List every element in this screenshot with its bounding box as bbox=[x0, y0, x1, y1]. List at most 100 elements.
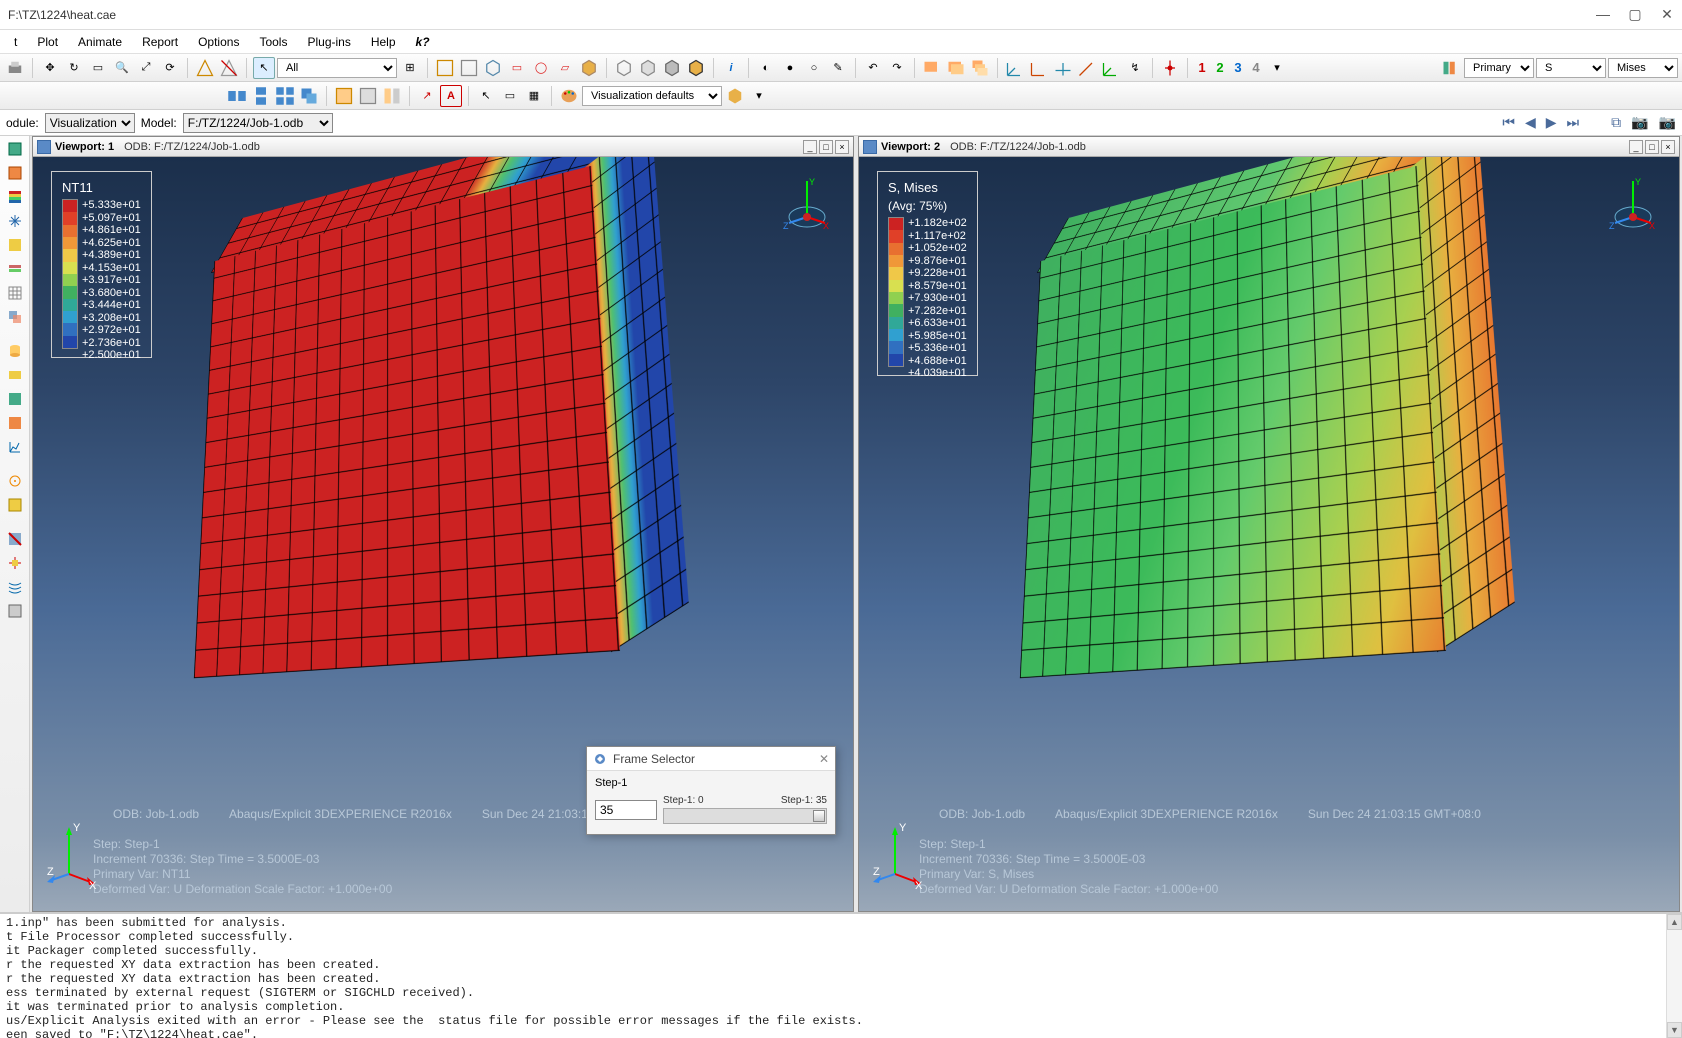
datum-icon[interactable] bbox=[1159, 57, 1181, 79]
csys-6-icon[interactable]: ↯ bbox=[1124, 57, 1146, 79]
layer-2-icon[interactable] bbox=[945, 57, 967, 79]
palette-icon[interactable] bbox=[558, 85, 580, 107]
view-1-button[interactable]: 1 bbox=[1194, 60, 1210, 75]
view-more-icon[interactable]: ▾ bbox=[1266, 57, 1288, 79]
apply-color-icon[interactable] bbox=[724, 85, 746, 107]
vp1-max-icon[interactable]: □ bbox=[819, 140, 833, 154]
viewport-2-titlebar[interactable]: Viewport: 2 ODB: F:/TZ/1224/Job-1.odb _ … bbox=[859, 137, 1679, 157]
view-back-icon[interactable] bbox=[458, 57, 480, 79]
csys-2-icon[interactable] bbox=[1028, 57, 1050, 79]
rect-tool-icon[interactable]: ▭ bbox=[499, 85, 521, 107]
module-select[interactable]: Visualization bbox=[45, 113, 135, 133]
redo-icon[interactable]: ↷ bbox=[886, 57, 908, 79]
render-hidden-icon[interactable] bbox=[637, 57, 659, 79]
viewport-1-titlebar[interactable]: Viewport: 1 ODB: F:/TZ/1224/Job-1.odb _ … bbox=[33, 137, 853, 157]
maximize-button[interactable]: ▢ bbox=[1628, 6, 1642, 23]
slider-thumb[interactable] bbox=[813, 810, 825, 822]
zoom-window-icon[interactable]: ▭ bbox=[87, 57, 109, 79]
vp2-max-icon[interactable]: □ bbox=[1645, 140, 1659, 154]
zoom-fit-icon[interactable]: ⤢ bbox=[135, 57, 157, 79]
render-shaded-edges-icon[interactable] bbox=[685, 57, 707, 79]
color-scheme-select[interactable]: Visualization defaults bbox=[582, 86, 722, 106]
cascade-icon[interactable] bbox=[298, 85, 320, 107]
query-icon[interactable]: i bbox=[720, 57, 742, 79]
camera-2-icon[interactable]: 📷 bbox=[1659, 114, 1676, 131]
tool-step-icon[interactable] bbox=[4, 364, 26, 386]
rotate-icon[interactable]: ↻ bbox=[63, 57, 85, 79]
menu-help[interactable]: Help bbox=[361, 33, 406, 51]
primary-select[interactable]: Primary bbox=[1464, 58, 1534, 78]
selection-opts-icon[interactable]: ⊞ bbox=[399, 57, 421, 79]
frame-value-input[interactable] bbox=[595, 800, 657, 820]
next-frame-icon[interactable]: ▶ bbox=[1546, 114, 1557, 131]
misc-a-icon[interactable] bbox=[333, 85, 355, 107]
misc-b-icon[interactable] bbox=[357, 85, 379, 107]
minimize-button[interactable]: — bbox=[1596, 6, 1610, 23]
layer-1-icon[interactable] bbox=[921, 57, 943, 79]
color-dropdown-icon[interactable]: ▾ bbox=[748, 85, 770, 107]
tool-stream-icon[interactable] bbox=[4, 576, 26, 598]
camera-1-icon[interactable]: 📷 bbox=[1631, 114, 1648, 131]
view-front-icon[interactable] bbox=[434, 57, 456, 79]
view-4-button[interactable]: 4 bbox=[1248, 60, 1264, 75]
vp1-close-icon[interactable]: × bbox=[835, 140, 849, 154]
perspective-off-icon[interactable] bbox=[218, 57, 240, 79]
invariant-select[interactable]: Mises bbox=[1608, 58, 1678, 78]
tool-freebody-icon[interactable] bbox=[4, 552, 26, 574]
menu-plugins[interactable]: Plug-ins bbox=[297, 33, 360, 51]
tool-material-icon[interactable] bbox=[4, 234, 26, 256]
tool-superimpose-icon[interactable] bbox=[4, 306, 26, 328]
render-wire-icon[interactable] bbox=[613, 57, 635, 79]
tool-symbol-icon[interactable] bbox=[4, 210, 26, 232]
field-output-icon[interactable] bbox=[1440, 57, 1462, 79]
undo-icon[interactable]: ↶ bbox=[862, 57, 884, 79]
vp2-close-icon[interactable]: × bbox=[1661, 140, 1675, 154]
model-select[interactable]: F:/TZ/1224/Job-1.odb bbox=[183, 113, 333, 133]
copy-viewport-icon[interactable]: ⧉ bbox=[1611, 114, 1621, 131]
vp2-min-icon[interactable]: _ bbox=[1629, 140, 1643, 154]
dialog-close-icon[interactable]: ✕ bbox=[819, 752, 829, 766]
scroll-down-icon[interactable]: ▼ bbox=[1667, 1022, 1682, 1038]
print-icon[interactable] bbox=[4, 57, 26, 79]
context-help-icon[interactable]: k? bbox=[406, 33, 440, 51]
select-arrow-icon[interactable]: ↖ bbox=[253, 57, 275, 79]
tool-display-group-icon[interactable] bbox=[4, 600, 26, 622]
message-scrollbar[interactable]: ▲ ▼ bbox=[1666, 914, 1682, 1038]
view-3-button[interactable]: 3 bbox=[1230, 60, 1246, 75]
tool-odb-icon[interactable] bbox=[4, 340, 26, 362]
tile-h-icon[interactable] bbox=[226, 85, 248, 107]
frame-slider[interactable] bbox=[663, 808, 827, 824]
close-button[interactable]: ✕ bbox=[1660, 6, 1674, 23]
zoom-in-icon[interactable]: 🔍 bbox=[111, 57, 133, 79]
view-iso-icon[interactable] bbox=[482, 57, 504, 79]
tool-contour-icon[interactable] bbox=[4, 186, 26, 208]
color-edit-icon[interactable]: ✎ bbox=[827, 57, 849, 79]
color-3-icon[interactable]: ○ bbox=[803, 57, 825, 79]
message-text[interactable]: 1.inp" has been submitted for analysis. … bbox=[0, 914, 1666, 1038]
tool-common-opts-icon[interactable] bbox=[4, 282, 26, 304]
render-shaded-icon[interactable] bbox=[661, 57, 683, 79]
poly-select-icon[interactable]: ▱ bbox=[554, 57, 576, 79]
dialog-titlebar[interactable]: Frame Selector ✕ bbox=[587, 747, 835, 771]
menu-result[interactable]: t bbox=[4, 33, 27, 51]
csys-1-icon[interactable] bbox=[1004, 57, 1026, 79]
tool-history-icon[interactable] bbox=[4, 412, 26, 434]
prev-frame-icon[interactable]: ◀ bbox=[1525, 114, 1536, 131]
box-3d-icon[interactable] bbox=[578, 57, 600, 79]
menu-report[interactable]: Report bbox=[132, 33, 188, 51]
perspective-icon[interactable] bbox=[194, 57, 216, 79]
frame-selector-dialog[interactable]: Frame Selector ✕ Step-1 Step-1: 0 Step-1… bbox=[586, 746, 836, 835]
first-frame-icon[interactable]: ⏮ bbox=[1502, 114, 1515, 131]
tool-create-field-icon[interactable] bbox=[4, 494, 26, 516]
tile-v-icon[interactable] bbox=[250, 85, 272, 107]
color-1-icon[interactable]: ◐ bbox=[755, 57, 777, 79]
annotate-line-icon[interactable]: ↗ bbox=[416, 85, 438, 107]
scroll-up-icon[interactable]: ▲ bbox=[1667, 914, 1682, 930]
menu-plot[interactable]: Plot bbox=[27, 33, 68, 51]
menu-options[interactable]: Options bbox=[188, 33, 249, 51]
layer-3-icon[interactable] bbox=[969, 57, 991, 79]
tool-field-icon[interactable] bbox=[4, 388, 26, 410]
variable-select[interactable]: S bbox=[1536, 58, 1606, 78]
rect-select-icon[interactable]: ▭ bbox=[506, 57, 528, 79]
last-frame-icon[interactable]: ⏭ bbox=[1567, 114, 1580, 131]
